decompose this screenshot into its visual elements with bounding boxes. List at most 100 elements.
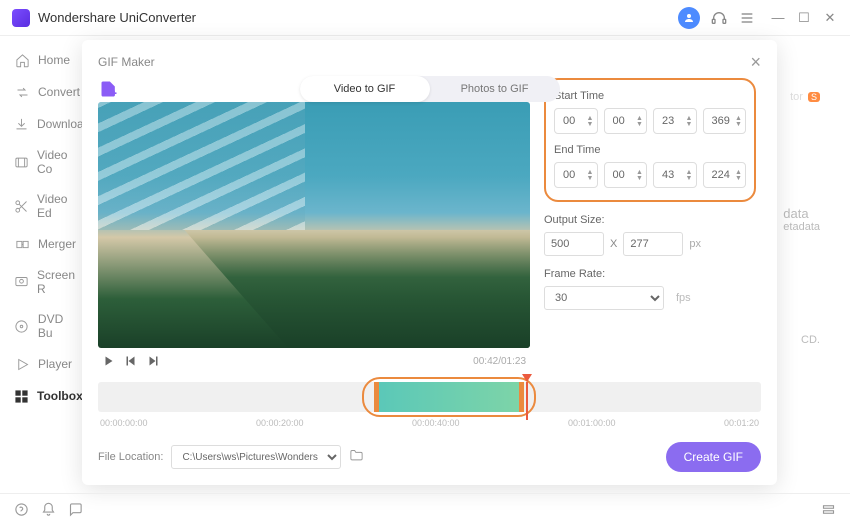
timeline-tick: 00:01:00:00 [568, 418, 616, 428]
timeline-selection[interactable] [374, 382, 524, 412]
start-mm-input[interactable] [613, 115, 637, 127]
sidebar-label: Merger [38, 237, 76, 251]
tab-photos-to-gif[interactable]: Photos to GIF [430, 76, 560, 102]
timeline-tick: 00:00:40:00 [412, 418, 460, 428]
end-hh-input[interactable] [563, 169, 587, 181]
create-gif-button[interactable]: Create GIF [666, 442, 761, 472]
start-ms-spinner[interactable]: ▲▼ [703, 108, 747, 134]
sidebar-item-screen-record[interactable]: Screen R [0, 260, 95, 304]
gif-maker-modal: GIF Maker × Video to GIF Photos to GIF 0… [82, 40, 777, 485]
sidebar-item-merger[interactable]: Merger [0, 228, 95, 260]
sidebar-item-dvd[interactable]: DVD Bu [0, 304, 95, 348]
sidebar-label: Convert [38, 85, 80, 99]
sidebar-item-video-compress[interactable]: Video Co [0, 140, 95, 184]
bg-text-cd: CD. [801, 334, 820, 346]
up-arrow-icon[interactable]: ▲ [735, 116, 741, 121]
up-arrow-icon[interactable]: ▲ [735, 170, 741, 175]
scissors-icon [14, 198, 29, 214]
tasks-icon[interactable] [821, 502, 836, 520]
start-ss-spinner[interactable]: ▲▼ [653, 108, 697, 134]
end-hh-spinner[interactable]: ▲▼ [554, 162, 598, 188]
sidebar-item-download[interactable]: Downloa [0, 108, 95, 140]
modal-title: GIF Maker [98, 55, 155, 69]
home-icon [14, 52, 30, 68]
titlebar: Wondershare UniConverter — ☐ ✕ [0, 0, 850, 36]
bg-text-data: dataetadata [783, 206, 820, 233]
down-arrow-icon[interactable]: ▼ [686, 176, 692, 181]
close-window-button[interactable]: ✕ [822, 10, 838, 26]
play-button[interactable] [102, 354, 116, 368]
sidebar-label: Screen R [37, 268, 81, 296]
down-arrow-icon[interactable]: ▼ [735, 176, 741, 181]
video-preview[interactable] [98, 102, 530, 348]
sidebar-label: Player [38, 357, 72, 371]
start-hh-input[interactable] [563, 115, 587, 127]
up-arrow-icon[interactable]: ▲ [686, 116, 692, 121]
status-bar [0, 493, 850, 527]
start-ss-input[interactable] [662, 115, 686, 127]
convert-icon [14, 84, 30, 100]
sidebar-item-home[interactable]: Home [0, 44, 95, 76]
down-arrow-icon[interactable]: ▼ [636, 122, 642, 127]
start-hh-spinner[interactable]: ▲▼ [554, 108, 598, 134]
player-time: 00:42/01:23 [473, 356, 526, 367]
up-arrow-icon[interactable]: ▲ [587, 170, 593, 175]
timeline: 00:00:00:00 00:00:20:00 00:00:40:00 00:0… [98, 382, 761, 428]
maximize-button[interactable]: ☐ [796, 10, 812, 26]
down-arrow-icon[interactable]: ▼ [686, 122, 692, 127]
down-arrow-icon[interactable]: ▼ [735, 122, 741, 127]
up-arrow-icon[interactable]: ▲ [636, 116, 642, 121]
grid-icon [14, 388, 29, 404]
up-arrow-icon[interactable]: ▲ [686, 170, 692, 175]
file-location-label: File Location: [98, 451, 163, 463]
down-arrow-icon[interactable]: ▼ [587, 176, 593, 181]
sidebar-item-convert[interactable]: Convert [0, 76, 95, 108]
start-ms-input[interactable] [712, 115, 736, 127]
frame-rate-label: Frame Rate: [544, 268, 756, 280]
sidebar-label: DVD Bu [38, 312, 81, 340]
output-width-input[interactable] [544, 232, 604, 256]
help-icon[interactable] [14, 502, 29, 520]
headset-icon[interactable] [710, 9, 728, 27]
frame-rate-select[interactable]: 30 [544, 286, 664, 310]
account-button[interactable] [678, 7, 700, 29]
end-ss-spinner[interactable]: ▲▼ [653, 162, 697, 188]
open-folder-button[interactable] [349, 448, 364, 466]
close-modal-button[interactable]: × [750, 53, 761, 71]
menu-icon[interactable] [738, 9, 756, 27]
file-location-select[interactable]: C:\Users\ws\Pictures\Wonders [171, 445, 341, 469]
end-mm-input[interactable] [613, 169, 637, 181]
app-title: Wondershare UniConverter [38, 10, 196, 25]
sidebar-item-video-edit[interactable]: Video Ed [0, 184, 95, 228]
app-logo-icon [12, 9, 30, 27]
merge-icon [14, 236, 30, 252]
up-arrow-icon[interactable]: ▲ [636, 170, 642, 175]
bell-icon[interactable] [41, 502, 56, 520]
player-controls: 00:42/01:23 [98, 348, 530, 374]
sidebar-item-player[interactable]: Player [0, 348, 95, 380]
bg-text-tor: tor S [790, 91, 820, 103]
import-file-button[interactable] [98, 78, 120, 100]
down-arrow-icon[interactable]: ▼ [636, 176, 642, 181]
minimize-button[interactable]: — [770, 10, 786, 26]
prev-frame-button[interactable] [124, 354, 138, 368]
feedback-icon[interactable] [68, 502, 83, 520]
end-ss-input[interactable] [662, 169, 686, 181]
next-frame-button[interactable] [146, 354, 160, 368]
tab-switch: Video to GIF Photos to GIF [300, 76, 560, 102]
end-ms-spinner[interactable]: ▲▼ [703, 162, 747, 188]
end-mm-spinner[interactable]: ▲▼ [604, 162, 648, 188]
sidebar: Home Convert Downloa Video Co Video Ed M… [0, 36, 95, 493]
tab-video-to-gif[interactable]: Video to GIF [300, 76, 430, 102]
up-arrow-icon[interactable]: ▲ [587, 116, 593, 121]
sidebar-label: Video Ed [37, 192, 81, 220]
output-height-input[interactable] [623, 232, 683, 256]
timeline-playhead[interactable] [522, 374, 532, 382]
timeline-track[interactable] [98, 382, 761, 412]
sidebar-item-toolbox[interactable]: Toolbox [0, 380, 95, 412]
end-time-label: End Time [554, 144, 746, 156]
down-arrow-icon[interactable]: ▼ [587, 122, 593, 127]
end-ms-input[interactable] [712, 169, 736, 181]
start-mm-spinner[interactable]: ▲▼ [604, 108, 648, 134]
timeline-tick: 00:00:20:00 [256, 418, 304, 428]
